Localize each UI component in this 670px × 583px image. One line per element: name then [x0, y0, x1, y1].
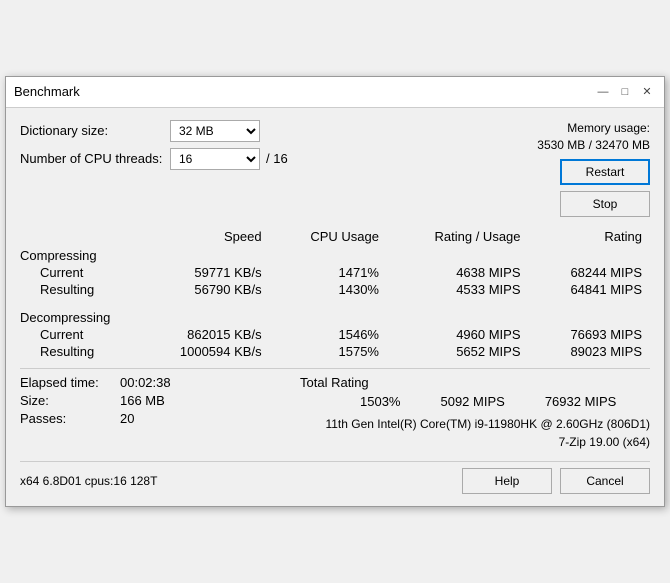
window-controls: — □ ✕	[594, 83, 656, 101]
col-header-name	[20, 227, 134, 246]
col-header-speed: Speed	[134, 227, 270, 246]
top-controls: Dictionary size: 32 MB Number of CPU thr…	[20, 120, 650, 218]
table-row: Current59771 KB/s1471%4638 MIPS68244 MIP…	[20, 264, 650, 281]
left-controls: Dictionary size: 32 MB Number of CPU thr…	[20, 120, 537, 176]
benchmark-window: Benchmark — □ ✕ Dictionary size: 32 MB N…	[5, 76, 665, 508]
section-name: Decompressing	[20, 298, 650, 326]
row-value: 5652 MIPS	[387, 343, 529, 360]
col-header-cpu: CPU Usage	[270, 227, 387, 246]
table-row: Resulting1000594 KB/s1575%5652 MIPS89023…	[20, 343, 650, 360]
section-header-row: Compressing	[20, 246, 650, 264]
row-value: 4960 MIPS	[387, 326, 529, 343]
benchmark-table-wrapper: Speed CPU Usage Rating / Usage Rating Co…	[20, 227, 650, 360]
total-rating-values: 1503% 5092 MIPS 76932 MIPS	[300, 394, 650, 409]
dict-size-row: Dictionary size: 32 MB	[20, 120, 537, 142]
passes-row: Passes: 20	[20, 411, 300, 426]
size-row: Size: 166 MB	[20, 393, 300, 408]
summary-right: Total Rating 1503% 5092 MIPS 76932 MIPS …	[300, 375, 650, 451]
section-header-row: Decompressing	[20, 298, 650, 326]
summary-section: Elapsed time: 00:02:38 Size: 166 MB Pass…	[20, 368, 650, 451]
benchmark-table: Speed CPU Usage Rating / Usage Rating Co…	[20, 227, 650, 360]
row-label: Resulting	[20, 343, 134, 360]
memory-label: Memory usage:	[537, 120, 650, 137]
cpu-threads-row: Number of CPU threads: 16 / 16	[20, 148, 537, 170]
elapsed-row: Elapsed time: 00:02:38	[20, 375, 300, 390]
row-value: 64841 MIPS	[529, 281, 650, 298]
bottom-buttons: Help Cancel	[462, 468, 650, 494]
right-controls: Memory usage: 3530 MB / 32470 MB Restart…	[537, 120, 650, 218]
total-mips: 5092 MIPS	[440, 394, 504, 409]
dict-size-label: Dictionary size:	[20, 123, 170, 138]
maximize-button[interactable]: □	[616, 83, 634, 101]
row-value: 1000594 KB/s	[134, 343, 270, 360]
row-value: 59771 KB/s	[134, 264, 270, 281]
total-cpu-usage: 1503%	[360, 394, 400, 409]
system-info: 11th Gen Intel(R) Core(TM) i9-11980HK @ …	[300, 415, 650, 451]
row-label: Current	[20, 326, 134, 343]
col-header-rating: Rating	[529, 227, 650, 246]
cpu-threads-select[interactable]: 16	[170, 148, 260, 170]
cpu-threads-suffix: / 16	[266, 151, 288, 166]
minimize-button[interactable]: —	[594, 83, 612, 101]
passes-value: 20	[120, 411, 134, 426]
table-row: Resulting56790 KB/s1430%4533 MIPS64841 M…	[20, 281, 650, 298]
close-button[interactable]: ✕	[638, 83, 656, 101]
help-button[interactable]: Help	[462, 468, 552, 494]
main-content: Dictionary size: 32 MB Number of CPU thr…	[6, 108, 664, 507]
dict-size-select[interactable]: 32 MB	[170, 120, 260, 142]
row-value: 1471%	[270, 264, 387, 281]
system-info-line2: 7-Zip 19.00 (x64)	[300, 433, 650, 451]
stop-button[interactable]: Stop	[560, 191, 650, 217]
bottom-bar: x64 6.8D01 cpus:16 128T Help Cancel	[20, 461, 650, 494]
titlebar: Benchmark — □ ✕	[6, 77, 664, 108]
row-value: 1575%	[270, 343, 387, 360]
row-value: 1430%	[270, 281, 387, 298]
row-value: 1546%	[270, 326, 387, 343]
row-label: Resulting	[20, 281, 134, 298]
row-value: 862015 KB/s	[134, 326, 270, 343]
row-value: 56790 KB/s	[134, 281, 270, 298]
passes-label: Passes:	[20, 411, 120, 426]
system-info-line1: 11th Gen Intel(R) Core(TM) i9-11980HK @ …	[300, 415, 650, 433]
total-rating: 76932 MIPS	[545, 394, 617, 409]
cpu-threads-label: Number of CPU threads:	[20, 151, 170, 166]
size-label: Size:	[20, 393, 120, 408]
cancel-button[interactable]: Cancel	[560, 468, 650, 494]
row-value: 76693 MIPS	[529, 326, 650, 343]
section-name: Compressing	[20, 246, 650, 264]
row-value: 68244 MIPS	[529, 264, 650, 281]
total-rating-label: Total Rating	[300, 375, 650, 390]
row-value: 4533 MIPS	[387, 281, 529, 298]
elapsed-value: 00:02:38	[120, 375, 171, 390]
size-value: 166 MB	[120, 393, 165, 408]
summary-left: Elapsed time: 00:02:38 Size: 166 MB Pass…	[20, 375, 300, 451]
table-header-row: Speed CPU Usage Rating / Usage Rating	[20, 227, 650, 246]
col-header-rating-usage: Rating / Usage	[387, 227, 529, 246]
row-value: 4638 MIPS	[387, 264, 529, 281]
row-value: 89023 MIPS	[529, 343, 650, 360]
memory-value: 3530 MB / 32470 MB	[537, 137, 650, 154]
elapsed-label: Elapsed time:	[20, 375, 120, 390]
row-label: Current	[20, 264, 134, 281]
version-info: x64 6.8D01 cpus:16 128T	[20, 474, 157, 488]
memory-usage: Memory usage: 3530 MB / 32470 MB	[537, 120, 650, 154]
window-title: Benchmark	[14, 84, 80, 99]
table-row: Current862015 KB/s1546%4960 MIPS76693 MI…	[20, 326, 650, 343]
restart-button[interactable]: Restart	[560, 159, 650, 185]
